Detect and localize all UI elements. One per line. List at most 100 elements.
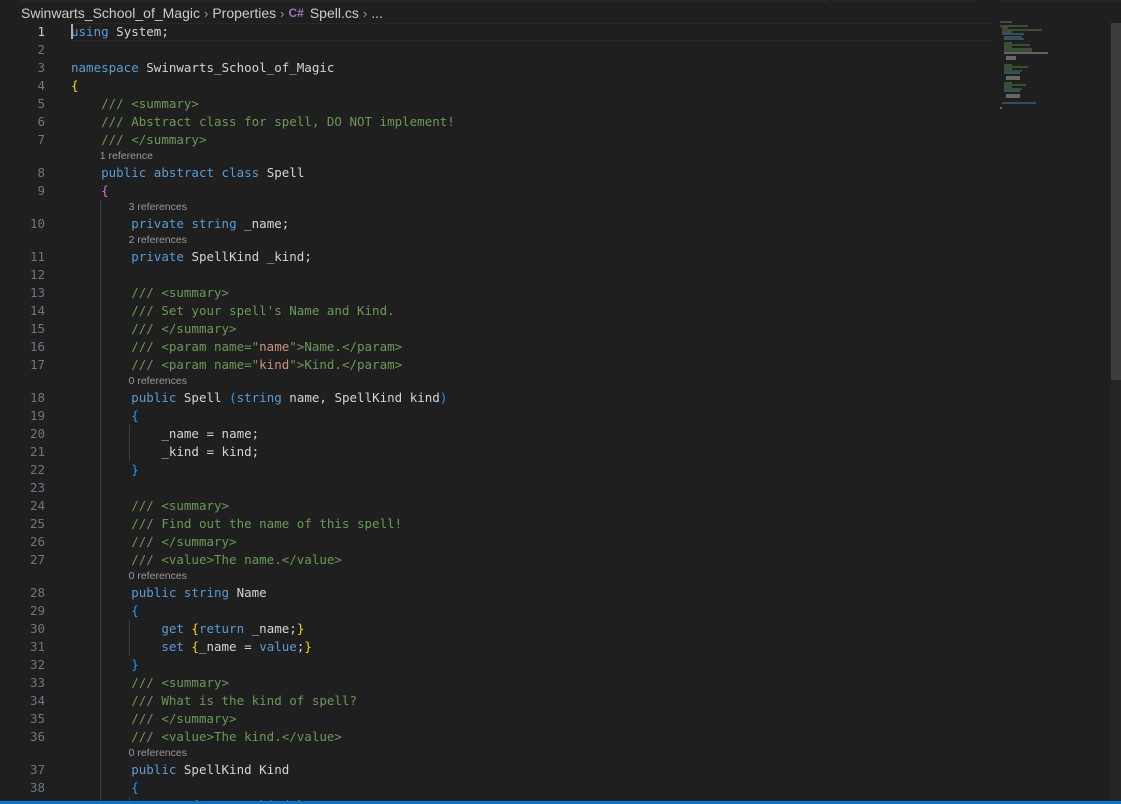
code-line[interactable]: 23 bbox=[0, 479, 1111, 497]
code-line[interactable]: 15 /// </summary> bbox=[0, 320, 1111, 338]
code-line[interactable]: 24 /// <summary> bbox=[0, 497, 1111, 515]
codelens-label[interactable]: 0 references bbox=[129, 569, 187, 584]
code-text: /// </summary> bbox=[131, 534, 237, 549]
line-number: 8 bbox=[37, 165, 45, 180]
scrollbar-thumb[interactable] bbox=[1111, 23, 1121, 380]
chevron-right-icon: › bbox=[203, 5, 209, 21]
codelens-references[interactable]: 0 references bbox=[0, 746, 1111, 761]
code-line[interactable]: 6 /// Abstract class for spell, DO NOT i… bbox=[0, 113, 1111, 131]
code-line[interactable]: 12 bbox=[0, 266, 1111, 284]
codelens-label[interactable]: 1 reference bbox=[100, 149, 153, 164]
code-line[interactable]: 7 /// </summary> bbox=[0, 131, 1111, 149]
line-number: 21 bbox=[29, 444, 45, 459]
code-editor[interactable]: 1 using System; 2 3 namespace Swinwarts_Scho… bbox=[0, 23, 1111, 801]
code-line[interactable]: 28 public string Name bbox=[0, 584, 1111, 602]
line-number: 15 bbox=[29, 321, 45, 336]
code-line[interactable]: 1 using System; bbox=[0, 23, 1111, 41]
code-text: { bbox=[71, 78, 79, 93]
code-line[interactable]: 19 { bbox=[0, 407, 1111, 425]
minimap[interactable] bbox=[998, 20, 1058, 120]
code-line[interactable]: 9 { bbox=[0, 182, 1111, 200]
line-number: 5 bbox=[37, 96, 45, 111]
line-number: 32 bbox=[29, 657, 45, 672]
line-number: 37 bbox=[29, 762, 45, 777]
code-text: /// </summary> bbox=[131, 321, 237, 336]
code-line[interactable]: 30 get {return _name;} bbox=[0, 620, 1111, 638]
vertical-scrollbar[interactable] bbox=[1111, 23, 1121, 801]
code-line[interactable]: 34 /// What is the kind of spell? bbox=[0, 692, 1111, 710]
code-line[interactable]: 25 /// Find out the name of this spell! bbox=[0, 515, 1111, 533]
line-number: 35 bbox=[29, 711, 45, 726]
code-line[interactable]: 37 public SpellKind Kind bbox=[0, 761, 1111, 779]
code-line[interactable]: 8 public abstract class Spell bbox=[0, 164, 1111, 182]
code-line[interactable]: 10 private string _name; bbox=[0, 215, 1111, 233]
code-line[interactable]: 11 private SpellKind _kind; bbox=[0, 248, 1111, 266]
codelens-references[interactable]: 0 references bbox=[0, 374, 1111, 389]
code-text: } bbox=[131, 657, 139, 672]
code-line[interactable]: 18 public Spell (string name, SpellKind … bbox=[0, 389, 1111, 407]
code-text: /// <summary> bbox=[131, 675, 230, 690]
code-text: /// <value>The kind.</value> bbox=[131, 729, 342, 744]
chevron-right-icon: › bbox=[362, 5, 368, 21]
code-text: public abstract class Spell bbox=[101, 165, 305, 180]
line-number: 30 bbox=[29, 621, 45, 636]
code-line[interactable]: 27 /// <value>The name.</value> bbox=[0, 551, 1111, 569]
code-line[interactable]: 21 _kind = kind; bbox=[0, 443, 1111, 461]
code-line[interactable]: 17 /// <param name="kind">Kind.</param> bbox=[0, 356, 1111, 374]
code-line[interactable]: 16 /// <param name="name">Name.</param> bbox=[0, 338, 1111, 356]
line-number: 17 bbox=[29, 357, 45, 372]
breadcrumb-item-file[interactable]: Spell.cs bbox=[310, 5, 359, 21]
line-number: 29 bbox=[29, 603, 45, 618]
codelens-references[interactable]: 0 references bbox=[0, 569, 1111, 584]
code-line[interactable]: 32 } bbox=[0, 656, 1111, 674]
code-line[interactable]: 2 bbox=[0, 41, 1111, 59]
codelens-label[interactable]: 2 references bbox=[129, 233, 187, 248]
code-line[interactable]: 13 /// <summary> bbox=[0, 284, 1111, 302]
code-text: /// <param name="name">Name.</param> bbox=[131, 339, 403, 354]
codelens-references[interactable]: 1 reference bbox=[0, 149, 1111, 164]
line-number: 23 bbox=[29, 480, 45, 495]
line-number: 19 bbox=[29, 408, 45, 423]
code-text: { bbox=[101, 183, 109, 198]
line-number: 1 bbox=[37, 24, 45, 39]
codelens-label[interactable]: 0 references bbox=[129, 746, 187, 761]
code-line[interactable]: 31 set {_name = value;} bbox=[0, 638, 1111, 656]
line-number: 38 bbox=[29, 780, 45, 795]
breadcrumb: Swinwarts_School_of_Magic › Properties ›… bbox=[21, 4, 383, 22]
code-line[interactable]: 29 { bbox=[0, 602, 1111, 620]
chevron-right-icon: › bbox=[280, 5, 285, 21]
line-number: 6 bbox=[37, 114, 45, 129]
line-number: 13 bbox=[29, 285, 45, 300]
codelens-label[interactable]: 0 references bbox=[129, 374, 187, 389]
code-line[interactable]: 22 } bbox=[0, 461, 1111, 479]
code-line[interactable]: 35 /// </summary> bbox=[0, 710, 1111, 728]
code-line[interactable]: 4{ bbox=[0, 77, 1111, 95]
line-number: 28 bbox=[29, 585, 45, 600]
code-line[interactable]: 33 /// <summary> bbox=[0, 674, 1111, 692]
breadcrumb-item-project[interactable]: Swinwarts_School_of_Magic bbox=[21, 5, 200, 21]
code-line[interactable]: 5 /// <summary> bbox=[0, 95, 1111, 113]
code-text: } bbox=[131, 462, 139, 477]
tab-bar-track bbox=[21, 0, 827, 2]
code-line[interactable]: 20 _name = name; bbox=[0, 425, 1111, 443]
line-number: 16 bbox=[29, 339, 45, 354]
codelens-references[interactable]: 3 references bbox=[0, 200, 1111, 215]
code-line[interactable]: 38 { bbox=[0, 779, 1111, 797]
code-text: set {_name = value;} bbox=[161, 639, 312, 654]
line-number: 18 bbox=[29, 390, 45, 405]
breadcrumb-item-symbol[interactable]: ... bbox=[371, 5, 383, 21]
codelens-references[interactable]: 2 references bbox=[0, 233, 1111, 248]
code-text: /// <summary> bbox=[131, 498, 230, 513]
tab-bar-track bbox=[832, 0, 974, 2]
line-number: 33 bbox=[29, 675, 45, 690]
codelens-label[interactable]: 3 references bbox=[129, 200, 187, 215]
line-number: 31 bbox=[29, 639, 45, 654]
breadcrumb-item-folder[interactable]: Properties bbox=[212, 5, 276, 21]
line-number: 27 bbox=[29, 552, 45, 567]
code-line[interactable]: 14 /// Set your spell's Name and Kind. bbox=[0, 302, 1111, 320]
code-line[interactable]: 3 namespace Swinwarts_School_of_Magic bbox=[0, 59, 1111, 77]
code-line[interactable]: 36 /// <value>The kind.</value> bbox=[0, 728, 1111, 746]
code-text: /// <param name="kind">Kind.</param> bbox=[131, 357, 403, 372]
code-text: private string _name; bbox=[131, 216, 290, 231]
code-line[interactable]: 26 /// </summary> bbox=[0, 533, 1111, 551]
